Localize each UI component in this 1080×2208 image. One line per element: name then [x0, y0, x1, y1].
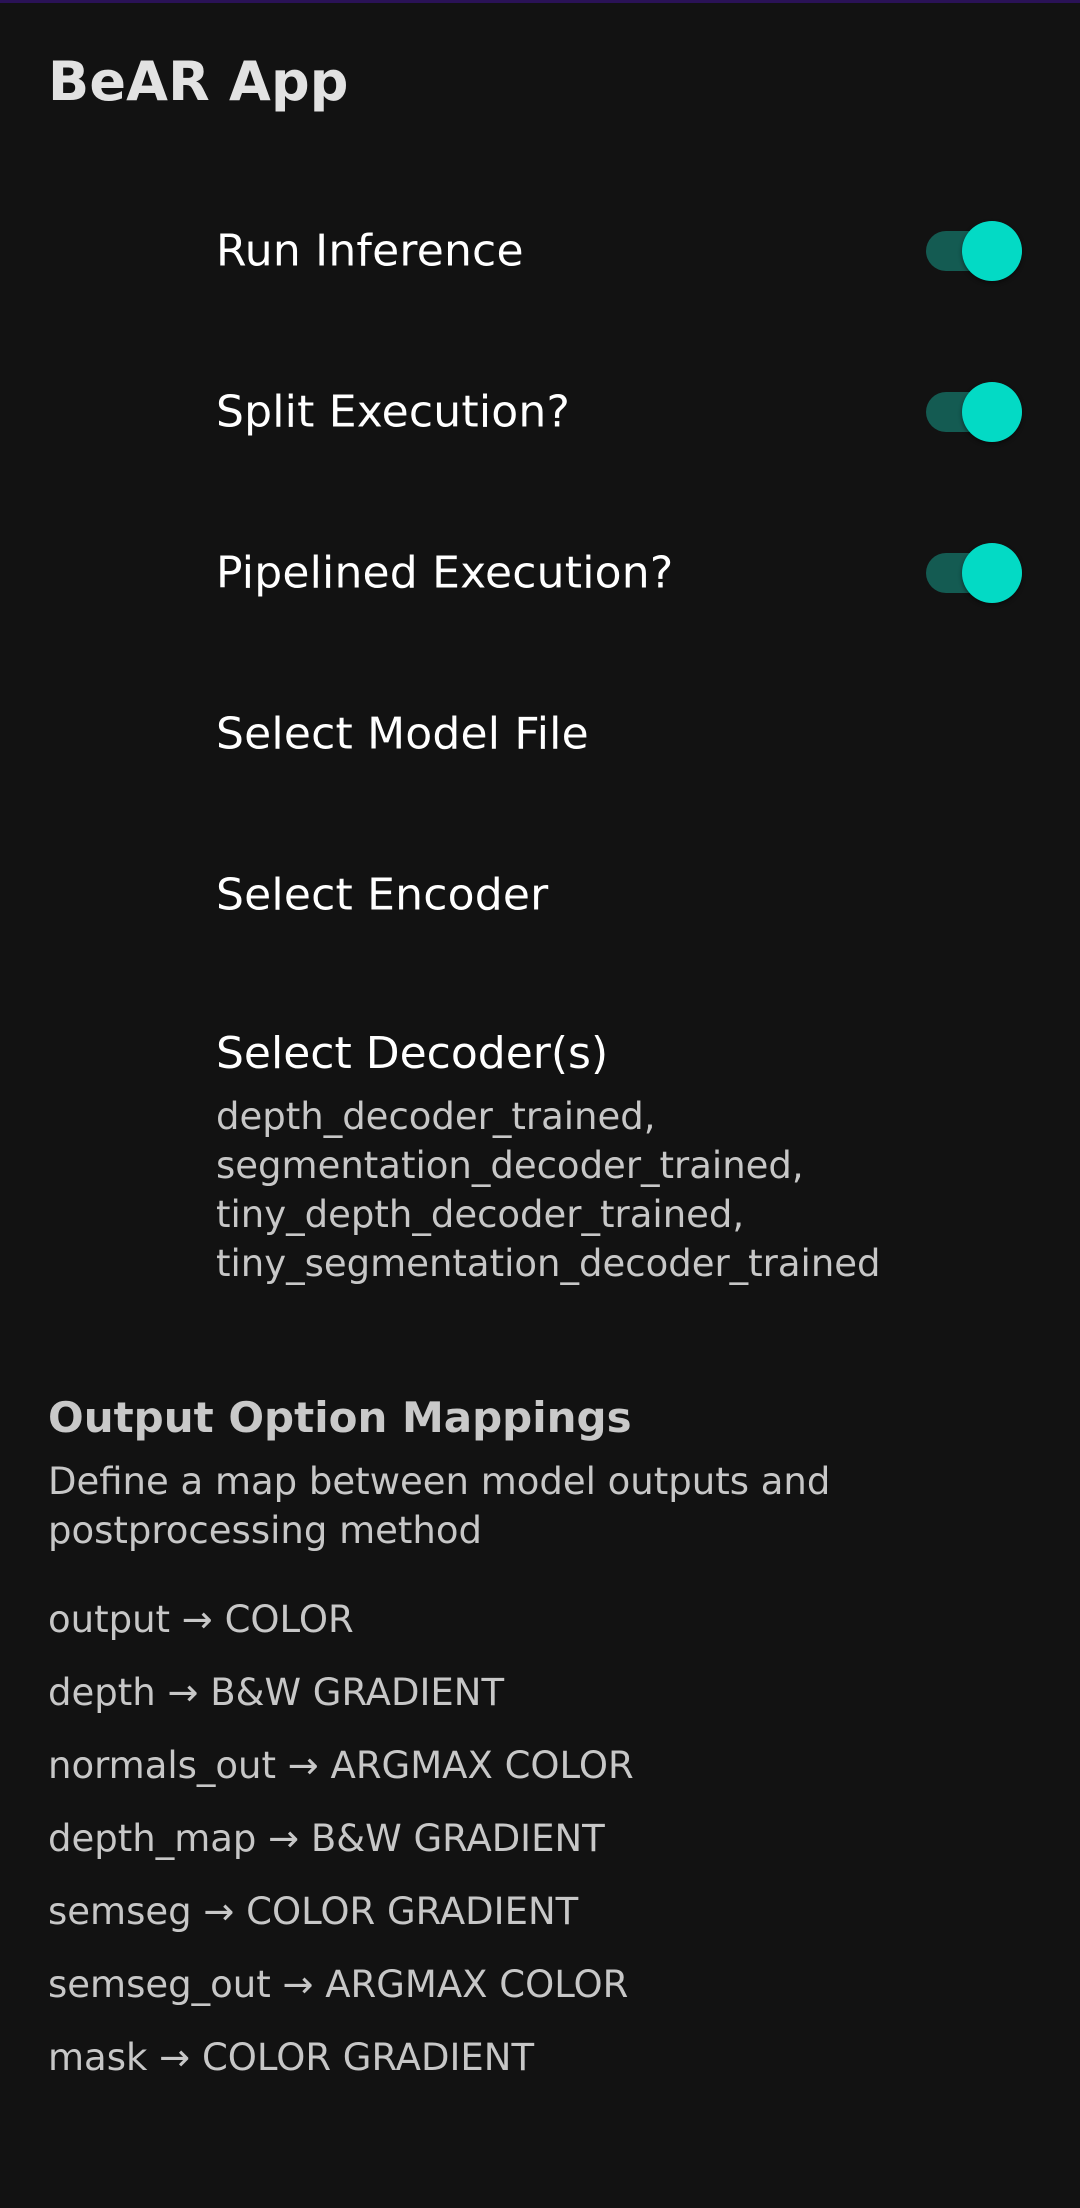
mapping-item[interactable]: normals_out → ARGMAX COLOR	[48, 1740, 1028, 1813]
decoder-summary-line: depth_decoder_trained,	[216, 1095, 656, 1138]
decoder-summary-line: tiny_depth_decoder_trained,	[216, 1193, 745, 1236]
pref-select-encoder-label: Select Encoder	[216, 869, 549, 920]
decoder-summary-line: segmentation_decoder_trained,	[216, 1144, 804, 1187]
decoder-summary-line: tiny_segmentation_decoder_trained	[216, 1242, 881, 1285]
output-mappings-title: Output Option Mappings	[48, 1393, 632, 1442]
switch-thumb	[962, 220, 1022, 281]
pipelined-execution-switch[interactable]	[926, 542, 1022, 603]
mapping-item[interactable]: output → COLOR	[48, 1594, 1028, 1667]
mapping-item[interactable]: depth → B&W GRADIENT	[48, 1667, 1028, 1740]
pref-select-model-file[interactable]: Select Model File	[0, 653, 1080, 814]
mapping-item[interactable]: depth_map → B&W GRADIENT	[48, 1813, 1028, 1886]
mapping-item[interactable]: semseg_out → ARGMAX COLOR	[48, 1959, 1028, 2032]
mapping-item[interactable]: semseg → COLOR GRADIENT	[48, 1886, 1028, 1959]
switch-thumb	[962, 542, 1022, 603]
pref-run-inference[interactable]: Run Inference	[0, 170, 1080, 331]
pref-pipelined-execution-label: Pipelined Execution?	[216, 547, 674, 598]
pref-split-execution-label: Split Execution?	[216, 386, 571, 437]
pref-select-encoder[interactable]: Select Encoder	[0, 814, 1080, 975]
output-mappings-list: output → COLOR depth → B&W GRADIENT norm…	[48, 1594, 1028, 2105]
app-title: BeAR App	[48, 50, 349, 113]
mapping-item[interactable]: mask → COLOR GRADIENT	[48, 2032, 1028, 2105]
split-execution-switch[interactable]	[926, 381, 1022, 442]
pref-split-execution[interactable]: Split Execution?	[0, 331, 1080, 492]
pref-select-decoders-label: Select Decoder(s)	[216, 1028, 609, 1079]
switch-thumb	[962, 381, 1022, 442]
pref-select-decoders-summary: depth_decoder_trained, segmentation_deco…	[216, 1092, 1036, 1288]
status-bar-accent	[0, 0, 1080, 3]
run-inference-switch[interactable]	[926, 220, 1022, 281]
pref-select-model-file-label: Select Model File	[216, 708, 589, 759]
pref-pipelined-execution[interactable]: Pipelined Execution?	[0, 492, 1080, 653]
pref-run-inference-label: Run Inference	[216, 225, 524, 276]
output-mappings-description: Define a map between model outputs and p…	[48, 1460, 831, 1552]
pref-select-decoders[interactable]: Select Decoder(s) depth_decoder_trained,…	[0, 1010, 1080, 1310]
